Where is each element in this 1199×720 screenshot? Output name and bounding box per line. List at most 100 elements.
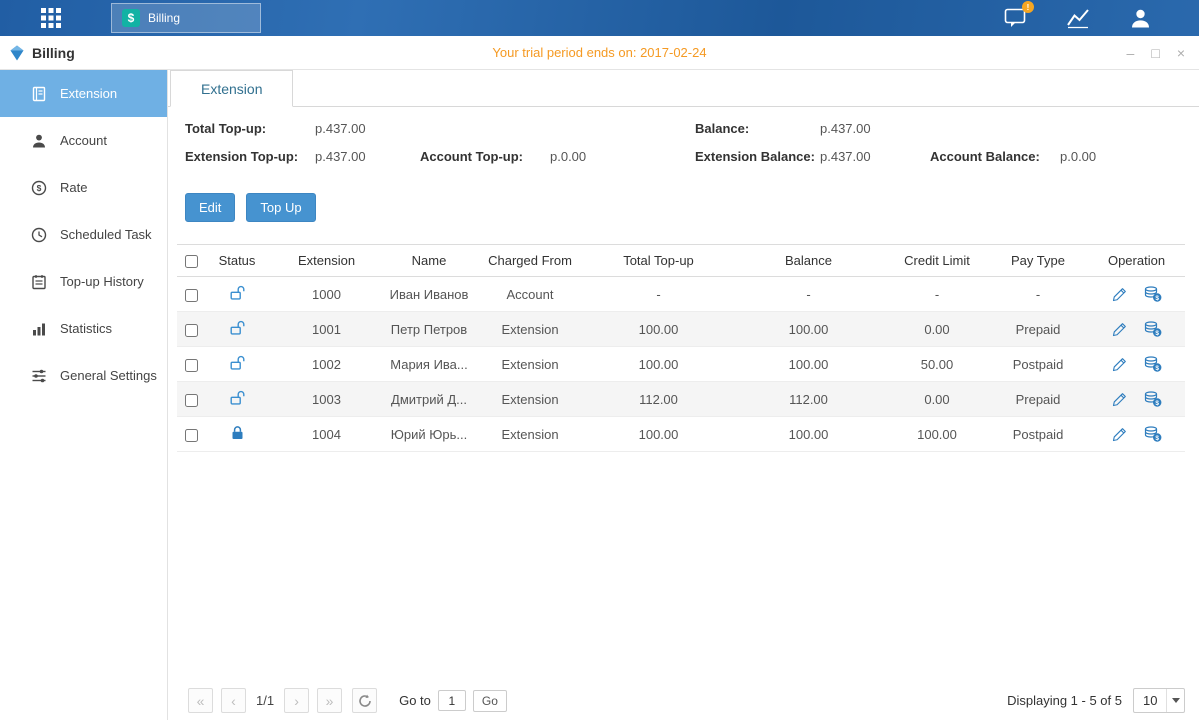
cell-charged-from: Account bbox=[474, 277, 586, 312]
account-topup-value: p.0.00 bbox=[550, 149, 695, 164]
topbar-tab-label: Billing bbox=[148, 11, 180, 25]
row-checkbox[interactable] bbox=[185, 359, 198, 372]
refresh-button[interactable] bbox=[352, 688, 377, 713]
cell-name: Юрий Юрь... bbox=[384, 417, 474, 452]
cell-extension: 1003 bbox=[269, 382, 384, 417]
page-size-select[interactable]: 10 bbox=[1133, 688, 1185, 713]
cell-extension: 1004 bbox=[269, 417, 384, 452]
goto-label: Go to bbox=[399, 693, 431, 708]
svg-text:$: $ bbox=[1155, 435, 1159, 442]
top-up-coins-icon[interactable]: $ bbox=[1144, 426, 1162, 442]
lock-status-icon[interactable] bbox=[229, 289, 246, 304]
first-page-button[interactable]: « bbox=[188, 688, 213, 713]
sidebar-item-statistics[interactable]: Statistics bbox=[0, 305, 167, 352]
go-button[interactable]: Go bbox=[473, 690, 507, 712]
edit-pencil-icon[interactable] bbox=[1112, 357, 1127, 372]
table-row: 1004 Юрий Юрь... Extension 100.00 100.00… bbox=[177, 417, 1185, 452]
goto-page-input[interactable] bbox=[438, 690, 466, 711]
person-icon bbox=[1129, 7, 1152, 29]
row-checkbox[interactable] bbox=[185, 324, 198, 337]
topbar-tab-billing[interactable]: $ Billing bbox=[111, 3, 261, 33]
action-buttons: Edit Top Up bbox=[185, 193, 1199, 222]
top-up-button[interactable]: Top Up bbox=[246, 193, 315, 222]
sliders-icon bbox=[30, 367, 47, 384]
row-checkbox[interactable] bbox=[185, 289, 198, 302]
top-up-coins-icon[interactable]: $ bbox=[1144, 391, 1162, 407]
lock-status-icon[interactable] bbox=[229, 324, 246, 339]
sidebar-item-rate[interactable]: $ Rate bbox=[0, 164, 167, 211]
svg-text:$: $ bbox=[36, 183, 41, 193]
lock-status-icon[interactable] bbox=[229, 359, 246, 374]
top-up-coins-icon[interactable]: $ bbox=[1144, 356, 1162, 372]
row-checkbox[interactable] bbox=[185, 394, 198, 407]
user-account-icon[interactable] bbox=[1127, 5, 1153, 31]
tab-extension[interactable]: Extension bbox=[170, 70, 293, 107]
select-all-checkbox[interactable] bbox=[185, 255, 198, 268]
extension-balance-label: Extension Balance: bbox=[695, 149, 820, 164]
table-header-row: Status Extension Name Charged From Total… bbox=[177, 245, 1185, 277]
cell-balance: 100.00 bbox=[731, 312, 886, 347]
resource-monitor-icon[interactable] bbox=[1065, 5, 1091, 31]
sidebar-item-extension[interactable]: Extension bbox=[0, 70, 167, 117]
cell-total-topup: - bbox=[586, 277, 731, 312]
minimize-icon[interactable]: – bbox=[1127, 46, 1135, 60]
account-balance-label: Account Balance: bbox=[930, 149, 1060, 164]
sidebar-item-account[interactable]: Account bbox=[0, 117, 167, 164]
line-chart-icon bbox=[1066, 7, 1090, 29]
window-title-group: Billing bbox=[0, 45, 75, 61]
notifications-icon[interactable]: ! bbox=[1003, 5, 1029, 31]
edit-button[interactable]: Edit bbox=[185, 193, 235, 222]
total-topup-value: p.437.00 bbox=[315, 121, 420, 136]
apps-grid-icon[interactable] bbox=[38, 5, 64, 31]
sidebar-item-topup-history[interactable]: Top-up History bbox=[0, 258, 167, 305]
last-page-button[interactable]: » bbox=[317, 688, 342, 713]
sidebar-item-label: Statistics bbox=[60, 321, 112, 336]
cell-charged-from: Extension bbox=[474, 312, 586, 347]
header-operation: Operation bbox=[1088, 245, 1185, 277]
cell-total-topup: 100.00 bbox=[586, 347, 731, 382]
topbar-tray: ! bbox=[1003, 5, 1199, 31]
top-up-coins-icon[interactable]: $ bbox=[1144, 286, 1162, 302]
svg-text:$: $ bbox=[1155, 365, 1159, 372]
cell-credit-limit: 0.00 bbox=[886, 312, 988, 347]
cell-operation: $ bbox=[1088, 347, 1185, 382]
sidebar-item-general-settings[interactable]: General Settings bbox=[0, 352, 167, 399]
cell-operation: $ bbox=[1088, 417, 1185, 452]
svg-text:$: $ bbox=[1155, 330, 1159, 337]
edit-pencil-icon[interactable] bbox=[1112, 427, 1127, 442]
content-tabbar: Extension bbox=[168, 70, 1199, 107]
bar-chart-icon bbox=[30, 320, 47, 337]
edit-pencil-icon[interactable] bbox=[1112, 392, 1127, 407]
main-content: Extension Total Top-up: p.437.00 Balance… bbox=[168, 70, 1199, 720]
lock-status-icon[interactable] bbox=[229, 394, 246, 409]
cell-extension: 1000 bbox=[269, 277, 384, 312]
sidebar-item-scheduled-task[interactable]: Scheduled Task bbox=[0, 211, 167, 258]
header-name: Name bbox=[384, 245, 474, 277]
close-icon[interactable]: × bbox=[1177, 46, 1185, 60]
cell-pay-type: Prepaid bbox=[988, 382, 1088, 417]
page-size-value: 10 bbox=[1134, 693, 1166, 708]
coin-dollar-icon: $ bbox=[30, 179, 47, 196]
lock-open-icon bbox=[229, 320, 246, 336]
cell-total-topup: 100.00 bbox=[586, 312, 731, 347]
edit-pencil-icon[interactable] bbox=[1112, 287, 1127, 302]
row-checkbox[interactable] bbox=[185, 429, 198, 442]
sidebar-item-label: Scheduled Task bbox=[60, 227, 152, 242]
extension-topup-value: p.437.00 bbox=[315, 149, 420, 164]
top-up-coins-icon[interactable]: $ bbox=[1144, 321, 1162, 337]
billing-dollar-icon: $ bbox=[122, 9, 140, 27]
cell-pay-type: Prepaid bbox=[988, 312, 1088, 347]
next-page-button[interactable]: › bbox=[284, 688, 309, 713]
extension-table-wrap: Status Extension Name Charged From Total… bbox=[177, 244, 1185, 452]
cell-extension: 1002 bbox=[269, 347, 384, 382]
cell-charged-from: Extension bbox=[474, 417, 586, 452]
summary-row: Total Top-up: p.437.00 Balance: p.437.00 bbox=[185, 121, 1185, 136]
edit-pencil-icon[interactable] bbox=[1112, 322, 1127, 337]
lock-open-icon bbox=[229, 285, 246, 301]
prev-page-button[interactable]: ‹ bbox=[221, 688, 246, 713]
cell-total-topup: 112.00 bbox=[586, 382, 731, 417]
account-balance-value: p.0.00 bbox=[1060, 149, 1185, 164]
extension-topup-label: Extension Top-up: bbox=[185, 149, 315, 164]
maximize-icon[interactable]: □ bbox=[1151, 46, 1159, 60]
lock-status-icon[interactable] bbox=[229, 429, 246, 444]
